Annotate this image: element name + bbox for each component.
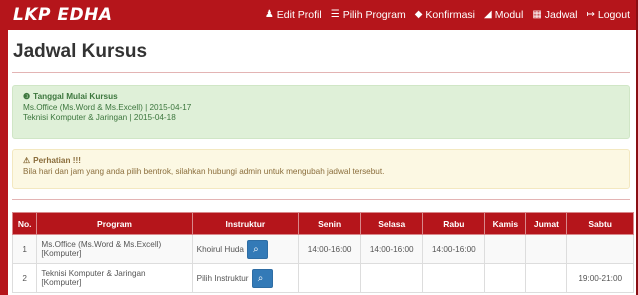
start-date-line: Teknisi Komputer & Jaringan | 2015-04-18 — [23, 113, 176, 122]
cell-rabu: 14:00-16:00 — [422, 234, 486, 264]
schedule-table: No. Program Instruktur Senin Selasa Rabu… — [11, 212, 634, 293]
start-date-line: Ms.Office (Ms.Word & Ms.Excell) | 2015-0… — [23, 102, 192, 112]
start-date-alert: ❸ Tanggal Mulai Kursus Ms.Office (Ms.Wor… — [12, 85, 630, 139]
nav-label: Logout — [597, 9, 630, 21]
nav-menu: ♟ Edit Profil ☰ Pilih Program ◆ Konfirmasi ◢ Mo… — [256, 9, 630, 21]
nav-label: Pilih Program — [342, 9, 406, 21]
column-header: Senin — [298, 212, 362, 235]
main-content: Jadwal Kursus ❸ Tanggal Mulai Kursus Ms.… — [8, 30, 636, 293]
list-icon: ☰ — [330, 9, 340, 20]
table-row: 2 Teknisi Komputer & Jaringan [Komputer]… — [11, 263, 634, 293]
column-header: Selasa — [360, 212, 424, 235]
column-header: Kamis — [484, 212, 527, 235]
search-instructor-button[interactable]: ⌕ — [251, 268, 273, 288]
nav-item-konfirmasi[interactable]: ◆ Konfirmasi — [415, 9, 475, 21]
navbar: LKP EDHA ♟ Edit Profil ☰ Pilih Program ◆ Konf… — [8, 0, 636, 30]
table-row: 1 Ms.Office (Ms.Word & Ms.Excell) [Kompu… — [11, 234, 634, 264]
nav-item-pilih-program[interactable]: ☰ Pilih Program — [331, 9, 406, 21]
nav-label: Konfirmasi — [425, 9, 476, 21]
cell-program: Teknisi Komputer & Jaringan [Komputer] — [36, 263, 193, 293]
tag-icon: ◆ — [414, 9, 423, 20]
warning-alert: ⚠ Perhatian !!! Bila hari dan jam yang a… — [12, 149, 630, 189]
nav-item-jadwal[interactable]: ▦ Jadwal — [532, 9, 577, 21]
cell-sabtu: 19:00-21:00 — [566, 263, 634, 293]
instructor-name: Khoirul Huda — [196, 244, 244, 254]
column-header: Program — [36, 212, 193, 235]
cell-senin — [298, 263, 362, 293]
cell-rabu — [422, 263, 486, 293]
cell-sabtu — [566, 234, 634, 264]
cell-no: 2 — [11, 263, 38, 293]
brand-logo[interactable]: LKP EDHA — [13, 5, 113, 25]
cell-no: 1 — [11, 234, 38, 264]
page-title: Jadwal Kursus — [12, 30, 630, 73]
column-header: Sabtu — [566, 212, 634, 235]
column-header: Rabu — [422, 212, 486, 235]
search-icon: ⌕ — [257, 272, 264, 284]
divider — [12, 199, 630, 200]
warning-text: Bila hari dan jam yang anda pilih bentro… — [23, 166, 385, 176]
nav-label: Edit Profil — [276, 9, 322, 21]
cell-kamis — [484, 234, 527, 264]
nav-item-modul[interactable]: ◢ Modul — [484, 9, 523, 21]
info-circle-icon: ❸ — [23, 92, 31, 101]
nav-item-logout[interactable]: ↦ Logout — [586, 9, 630, 21]
user-icon: ♟ — [264, 9, 274, 20]
warning-heading: Perhatian !!! — [33, 156, 81, 165]
nav-label: Jadwal — [544, 9, 578, 21]
logout-icon: ↦ — [586, 9, 595, 20]
search-instructor-button[interactable]: ⌕ — [246, 239, 268, 259]
cell-instruktur: Khoirul Huda ⌕ — [191, 234, 300, 264]
search-icon: ⌕ — [253, 243, 259, 255]
cell-jumat — [525, 263, 568, 293]
warning-icon: ⚠ — [23, 156, 31, 165]
cell-selasa — [360, 263, 424, 293]
cell-program: Ms.Office (Ms.Word & Ms.Excell) [Kompute… — [36, 234, 193, 264]
cell-instruktur: Pilih Instruktur ⌕ — [191, 263, 300, 293]
instructor-name: Pilih Instruktur — [196, 273, 249, 283]
cell-selasa: 14:00-16:00 — [360, 234, 424, 264]
cell-senin: 14:00-16:00 — [298, 234, 362, 264]
nav-item-edit-profil[interactable]: ♟ Edit Profil — [265, 9, 322, 21]
column-header: Instruktur — [191, 212, 300, 235]
app-frame: LKP EDHA ♟ Edit Profil ☰ Pilih Program ◆ Konf… — [0, 0, 638, 295]
cell-jumat — [525, 234, 568, 264]
calendar-icon: ▦ — [532, 9, 542, 20]
start-date-heading: Tanggal Mulai Kursus — [33, 92, 118, 101]
table-header-row: No. Program Instruktur Senin Selasa Rabu… — [11, 212, 634, 235]
nav-label: Modul — [494, 9, 524, 21]
book-icon: ◢ — [484, 9, 492, 20]
cell-kamis — [484, 263, 527, 293]
column-header: No. — [11, 212, 38, 235]
column-header: Jumat — [525, 212, 568, 235]
